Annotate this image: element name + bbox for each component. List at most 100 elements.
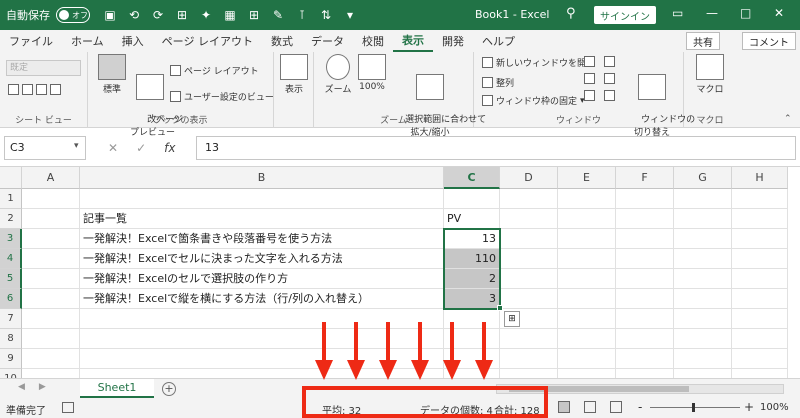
customize-icon[interactable]: ▾: [342, 7, 358, 23]
spreadsheet-grid[interactable]: A B C D E F G H 1 2 記事一覧 PV 3 一発解決！Excelで箇条書きや段落番号を使う…: [0, 166, 800, 389]
cell-g2[interactable]: [674, 209, 732, 229]
cell-d1[interactable]: [500, 189, 558, 209]
signin-button[interactable]: サインイン: [594, 6, 656, 24]
cell-a4[interactable]: [22, 249, 80, 269]
normal-view-icon[interactable]: [558, 401, 570, 413]
cell-c4[interactable]: 110: [444, 249, 500, 269]
cell-h4[interactable]: [732, 249, 788, 269]
quick-analysis-icon[interactable]: ⊞: [504, 311, 520, 327]
cell-d2[interactable]: [500, 209, 558, 229]
cell-c3[interactable]: 13: [444, 229, 500, 249]
search-icon[interactable]: ⚲: [566, 6, 576, 21]
column-header-f[interactable]: F: [616, 167, 674, 189]
zoom-selection-button[interactable]: 選択範囲に合わせて 拡大/縮小: [388, 54, 486, 148]
cell-h6[interactable]: [732, 289, 788, 309]
cell-c1[interactable]: [444, 189, 500, 209]
row-header-1[interactable]: 1: [0, 189, 22, 209]
freeze-panes-button[interactable]: ウィンドウ枠の固定 ▾: [482, 94, 585, 107]
close-icon[interactable]: ✕: [774, 6, 784, 20]
cell-g5[interactable]: [674, 269, 732, 289]
horizontal-scrollbar[interactable]: [496, 384, 784, 394]
cell-a7[interactable]: [22, 309, 80, 329]
name-box-chevron-icon[interactable]: ▾: [74, 141, 79, 151]
column-header-a[interactable]: A: [22, 167, 80, 189]
cell-g3[interactable]: [674, 229, 732, 249]
autosave-toggle[interactable]: オフ: [56, 7, 90, 23]
cell-b2[interactable]: 記事一覧: [80, 209, 444, 229]
cell-h8[interactable]: [732, 329, 788, 349]
cell-e1[interactable]: [558, 189, 616, 209]
cell-f7[interactable]: [616, 309, 674, 329]
tab-0[interactable]: ファイル: [0, 30, 62, 52]
cell-d6[interactable]: [500, 289, 558, 309]
page-layout-button[interactable]: ページ レイアウト: [170, 64, 259, 77]
cell-e7[interactable]: [558, 309, 616, 329]
cell-g8[interactable]: [674, 329, 732, 349]
cell-f5[interactable]: [616, 269, 674, 289]
column-header-h[interactable]: H: [732, 167, 788, 189]
arrange-button[interactable]: 整列: [482, 76, 514, 89]
tab-1[interactable]: ホーム: [62, 30, 113, 52]
cell-b4[interactable]: 一発解決！Excelでセルに決まった文字を入れる方法: [80, 249, 444, 269]
tab-6[interactable]: 校閲: [353, 30, 393, 52]
column-header-d[interactable]: D: [500, 167, 558, 189]
redo-icon[interactable]: ⟳: [150, 7, 166, 23]
cell-f4[interactable]: [616, 249, 674, 269]
cell-f9[interactable]: [616, 349, 674, 369]
macro-record-icon[interactable]: [62, 402, 74, 413]
cancel-icon[interactable]: ✕: [108, 141, 118, 155]
page-layout-view-icon[interactable]: [584, 401, 596, 413]
row-header-5[interactable]: 5: [0, 269, 22, 289]
reset-position-icon[interactable]: [604, 90, 615, 101]
tab-3[interactable]: ページ レイアウト: [153, 30, 262, 52]
sheet-tab-sheet1[interactable]: Sheet1: [80, 379, 154, 399]
cell-e3[interactable]: [558, 229, 616, 249]
cell-f6[interactable]: [616, 289, 674, 309]
page-break-view-icon[interactable]: [610, 401, 622, 413]
new-window-button[interactable]: 新しいウィンドウを開く: [482, 56, 595, 69]
prev-sheet-icon[interactable]: ◀: [18, 382, 25, 392]
cell-h9[interactable]: [732, 349, 788, 369]
sort-icon[interactable]: ⇅: [318, 7, 334, 23]
cell-h2[interactable]: [732, 209, 788, 229]
show-button[interactable]: 表示: [278, 54, 310, 95]
cell-d3[interactable]: [500, 229, 558, 249]
cell-f2[interactable]: [616, 209, 674, 229]
row-header-3[interactable]: 3: [0, 229, 22, 249]
fill-handle[interactable]: [497, 305, 503, 311]
cell-a3[interactable]: [22, 229, 80, 249]
cell-f8[interactable]: [616, 329, 674, 349]
save-icon[interactable]: ▣: [102, 7, 118, 23]
page-break-button[interactable]: 改ページ プレビュー: [130, 54, 183, 148]
macro-button[interactable]: マクロ: [692, 54, 728, 95]
cell-b1[interactable]: [80, 189, 444, 209]
undo-icon[interactable]: ⟲: [126, 7, 142, 23]
next-sheet-icon[interactable]: ▶: [39, 382, 46, 392]
fx-icon[interactable]: fx: [164, 141, 175, 155]
scrollbar-thumb[interactable]: [509, 386, 689, 392]
zoom-100-button[interactable]: 100%: [356, 54, 388, 92]
cell-e8[interactable]: [558, 329, 616, 349]
zoom-slider[interactable]: [650, 403, 740, 412]
cell-d9[interactable]: [500, 349, 558, 369]
cell-b3[interactable]: 一発解決！Excelで箇条書きや段落番号を使う方法: [80, 229, 444, 249]
zoom-slider-knob[interactable]: [692, 403, 695, 412]
paint-icon[interactable]: ✎: [270, 7, 286, 23]
cell-g4[interactable]: [674, 249, 732, 269]
column-header-g[interactable]: G: [674, 167, 732, 189]
sync-scroll-icon[interactable]: [604, 73, 615, 84]
cell-e4[interactable]: [558, 249, 616, 269]
filter-icon[interactable]: ⊺: [294, 7, 310, 23]
grid-icon[interactable]: ⊞: [246, 7, 262, 23]
zoom-in-icon[interactable]: +: [744, 400, 754, 414]
tab-4[interactable]: 数式: [262, 30, 302, 52]
cell-g1[interactable]: [674, 189, 732, 209]
formula-input[interactable]: 13: [196, 136, 796, 160]
zoom-button[interactable]: ズーム: [320, 54, 356, 95]
normal-view-button[interactable]: 標準: [94, 54, 130, 95]
select-all-corner[interactable]: [0, 167, 22, 189]
ribbon-display-icon[interactable]: ▭: [672, 6, 683, 20]
cell-d4[interactable]: [500, 249, 558, 269]
comment-button[interactable]: コメント: [742, 32, 796, 50]
row-header-9[interactable]: 9: [0, 349, 22, 369]
